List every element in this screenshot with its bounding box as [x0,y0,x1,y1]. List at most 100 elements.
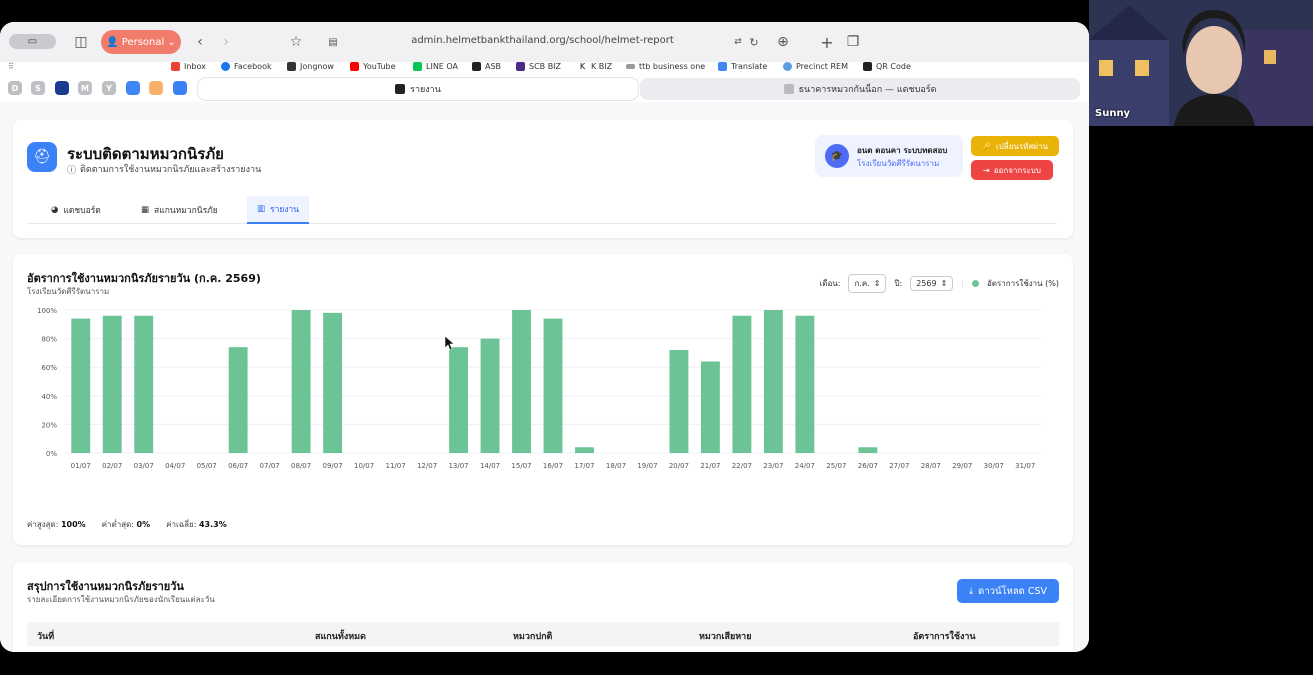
bookmark-label: ASB [485,62,502,71]
bar-15/07[interactable] [512,310,531,453]
tab-report[interactable]: ▥ รายงาน [247,196,310,224]
bookmark-translate[interactable]: Translate [718,62,767,71]
column-header[interactable]: อัตราการใช้งาน [913,629,976,643]
tab-overview-icon[interactable]: ❐ [845,32,861,52]
column-header[interactable]: หมวกปกติ [513,629,552,643]
bar-22/07[interactable] [732,315,752,453]
tab-dashboard[interactable]: ธนาคารหมวกกันน็อก — แดชบอร์ด [640,78,1080,100]
forward-icon[interactable]: › [219,32,233,52]
column-header[interactable]: หมวกเสียหาย [699,629,751,643]
year-select[interactable]: 2569 ⇕ [910,276,954,291]
profile-button[interactable]: 👤 Personal ⌄ [101,30,181,54]
bookmark-youtube[interactable]: YouTube [350,62,396,71]
bookmark-scb-biz[interactable]: SCB BIZ [516,62,561,71]
tab-label: แดชบอร์ด [63,206,101,216]
tab-report[interactable]: รายงาน [198,78,638,100]
x-tick-label: 09/07 [323,462,343,470]
updown-icon: ⇕ [873,279,881,288]
bookmark-line-oa[interactable]: LINE OA [413,62,458,71]
bookmark-precinct[interactable]: Precinct REM [783,62,848,71]
x-tick-label: 11/07 [385,462,405,470]
bar-06/07[interactable] [228,347,248,453]
reader-icon[interactable]: ▤ [325,32,341,52]
logout-icon: ⇥ [983,165,990,175]
bar-13/07[interactable] [449,347,468,453]
bar-23/07[interactable] [763,310,783,453]
bar-14/07[interactable] [480,338,500,453]
bookmark-ttb[interactable]: ttb business one [626,62,705,71]
x-tick-label: 19/07 [637,462,657,470]
window-controls[interactable]: ▭ [9,34,56,49]
drive-icon[interactable] [126,81,140,95]
bar-20/07[interactable] [669,350,689,453]
reload-icon[interactable]: ↻ [747,32,761,52]
bar-09/07[interactable] [323,312,343,453]
month-select[interactable]: ก.ค. ⇕ [848,274,887,293]
tab-label: สแกนหมวกนิรภัย [154,206,218,216]
table-subtitle: รายละเอียดการใช้งานหมวกนิรภัยของนักเรียน… [27,595,215,604]
browser-window: ▭ ◫ 👤 Personal ⌄ ‹ › ☆ ▤ admin.helmetban… [0,22,1089,652]
column-header[interactable]: สแกนทั้งหมด [315,629,366,643]
address-bar[interactable]: admin.helmetbankthailand.org/school/helm… [360,35,725,46]
y-tick-label: 100% [37,307,57,315]
pinned-tab[interactable]: M [78,81,92,95]
graduation-cap-icon: 🎓 [825,144,849,168]
stat-max: ค่าสูงสุด: 100% [27,518,86,531]
chart-filters: เดือน: ก.ค. ⇕ ปี: 2569 ⇕ | อัตราการใช้งาน … [820,274,1059,293]
bar-21/07[interactable] [700,361,720,453]
chart-stats: ค่าสูงสุด: 100% ค่าต่ำสุด: 0% ค่าเฉลี่ย:… [27,518,227,531]
bookmark-facebook[interactable]: Facebook [221,62,272,71]
user-info: 🎓 อนต ดอนคา ระบบทดสอบ โรงเรียนวัดศีรีรัต… [815,135,963,177]
bar-02/07[interactable] [102,315,122,453]
pinned-tab[interactable] [55,81,69,95]
pinned-tab[interactable]: Y [102,81,116,95]
tab-scan-helmet[interactable]: ▦ สแกนหมวกนิรภัย [131,196,228,224]
column-header[interactable]: วันที่ [37,629,54,643]
qr-scan-icon: ▦ [141,205,150,215]
new-tab-icon[interactable]: + [819,32,835,52]
app-subtitle-text: ติดตามการใช้งานหมวกนิรภัยและสร้างรายงาน [80,165,262,175]
pinned-tab[interactable]: S [31,81,45,95]
bar-16/07[interactable] [543,318,563,453]
bar-08/07[interactable] [291,310,311,453]
table-header: วันที่ สแกนทั้งหมด หมวกปกติ หมวกเสียหาย … [27,622,1059,646]
bookmark-k-biz[interactable]: K K BIZ [578,62,612,71]
browser-toolbar: ▭ ◫ 👤 Personal ⌄ ‹ › ☆ ▤ admin.helmetban… [0,22,1089,62]
bookmark-jongnow[interactable]: Jongnow [287,62,334,71]
month-value: ก.ค. [854,279,870,288]
x-tick-label: 13/07 [448,462,468,470]
pinned-tab[interactable]: D [8,81,22,95]
bookmarks-bar: ⠿ Inbox Facebook Jongnow YouTube LINE OA… [0,58,1089,76]
pinned-tab[interactable] [173,81,187,95]
logout-button[interactable]: ⇥ ออกจากระบบ [971,160,1053,180]
stat-label: ค่าต่ำสุด: [101,520,134,529]
app-subtitle: ⓘ ติดตามการใช้งานหมวกนิรภัยและสร้างรายงา… [67,162,261,176]
bar-01/07[interactable] [71,318,91,453]
back-icon[interactable]: ‹ [193,32,207,52]
y-tick-label: 80% [41,336,57,344]
x-tick-label: 29/07 [952,462,972,470]
change-password-button[interactable]: 🔑 เปลี่ยนรหัสผ่าน [971,136,1059,156]
sidebar-toggle-icon[interactable]: ◫ [72,32,90,52]
updown-icon: ⇕ [940,279,948,288]
x-tick-label: 05/07 [197,462,217,470]
bookmark-qr-code[interactable]: QR Code [863,62,911,71]
pinned-tab[interactable] [149,81,163,95]
download-icon[interactable]: ⊕ [775,32,791,52]
star-icon[interactable]: ☆ [288,32,304,52]
bar-03/07[interactable] [134,315,154,453]
bookmark-asb[interactable]: ASB [472,62,501,71]
bar-26/07[interactable] [858,447,878,453]
bar-24/07[interactable] [795,315,815,453]
tab-dashboard[interactable]: ◕ แดชบอร์ด [41,196,111,224]
change-password-label: เปลี่ยนรหัสผ่าน [995,141,1048,151]
bar-17/07[interactable] [575,447,594,453]
tab-label: ธนาคารหมวกกันน็อก — แดชบอร์ด [798,85,937,95]
apps-grid-icon[interactable]: ⠿ [8,62,14,71]
download-csv-button[interactable]: ⤓ ดาวน์โหลด CSV [957,579,1059,603]
translate-icon[interactable]: ⇄ [730,32,746,52]
x-tick-label: 17/07 [574,462,594,470]
x-tick-label: 15/07 [511,462,531,470]
gmail-icon [171,62,180,71]
bookmark-inbox[interactable]: Inbox [171,62,206,71]
